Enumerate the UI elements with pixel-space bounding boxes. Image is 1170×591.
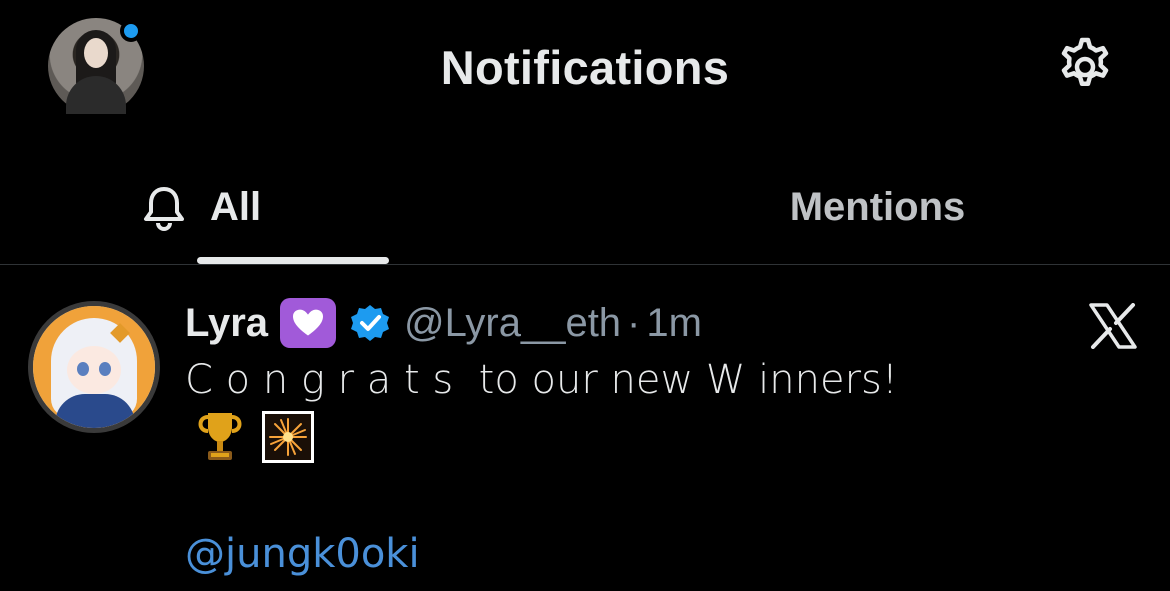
author-avatar[interactable] — [28, 301, 160, 433]
emoji-row — [192, 409, 314, 465]
tab-all[interactable]: All — [0, 150, 585, 265]
sparkle-icon — [269, 418, 307, 456]
separator-dot: · — [627, 300, 641, 345]
mention-link[interactable]: @jungk0oki — [185, 531, 420, 577]
unread-indicator-dot — [120, 20, 142, 42]
bell-icon — [143, 186, 184, 231]
trophy-emoji-icon — [198, 413, 242, 460]
notification-item[interactable]: Lyra @Lyra__eth · 1m C o n g r a t s to … — [0, 265, 1170, 591]
avatar-eye — [99, 362, 111, 376]
tab-mentions[interactable]: Mentions — [585, 150, 1170, 265]
author-display-name[interactable]: Lyra — [185, 301, 268, 346]
app-root: Notifications All Mentions Lyra @Lyra__e… — [0, 0, 1170, 591]
author-row: Lyra @Lyra__eth · 1m — [185, 295, 702, 351]
gear-icon — [1061, 37, 1109, 87]
tab-all-content: All — [140, 184, 261, 232]
notification-text: C o n g r a t s to our new W inners! — [185, 357, 898, 403]
verified-badge-icon — [351, 305, 390, 341]
tab-bar: All Mentions — [0, 150, 1170, 265]
avatar-coat — [55, 394, 135, 428]
tab-selected-indicator — [197, 257, 389, 264]
tab-all-label: All — [209, 185, 262, 229]
header: Notifications — [0, 0, 1170, 135]
tab-mentions-content: Mentions — [790, 185, 966, 230]
timestamp[interactable]: 1m — [646, 301, 702, 346]
avatar-eye — [77, 362, 89, 376]
avatar-face — [67, 346, 121, 394]
heart-decoration-emoji — [280, 298, 337, 348]
heart-icon — [293, 309, 324, 336]
x-logo-icon — [1089, 303, 1137, 349]
settings-button[interactable] — [1052, 34, 1118, 100]
page-title: Notifications — [440, 41, 730, 94]
tab-mentions-label: Mentions — [789, 185, 966, 229]
fireworks-emoji-icon — [262, 411, 314, 463]
author-handle[interactable]: @Lyra__eth — [404, 301, 621, 346]
